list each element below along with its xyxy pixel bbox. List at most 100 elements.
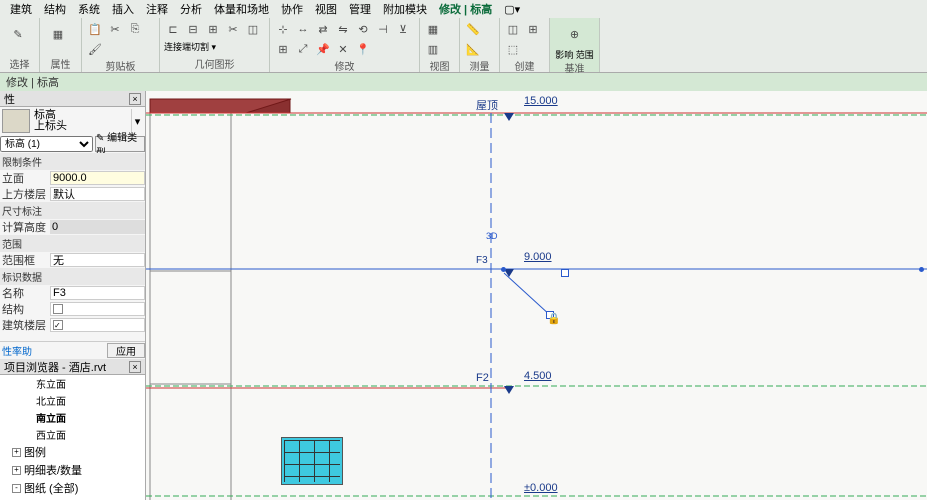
- split-icon[interactable]: ⊻: [394, 20, 412, 38]
- level-marker-icon[interactable]: [504, 386, 514, 394]
- pin-icon[interactable]: 📌: [314, 40, 332, 58]
- level-name-f3[interactable]: F3: [476, 255, 488, 266]
- drawing-canvas[interactable]: 屋顶 15.000 F3 9.000 🔒 3D F2 4.500 ±0.000: [146, 91, 927, 500]
- collapse-icon[interactable]: -: [12, 484, 21, 493]
- drag-handle[interactable]: [919, 267, 924, 272]
- assembly-icon[interactable]: ⬚: [504, 40, 522, 58]
- tree-item[interactable]: -图纸 (全部): [0, 479, 145, 497]
- level-value-roof[interactable]: 15.000: [524, 95, 558, 107]
- level-bubble-toggle[interactable]: [561, 269, 569, 277]
- level-marker-icon[interactable]: [504, 113, 514, 121]
- cut-geom-icon[interactable]: ⊟: [184, 20, 202, 38]
- offset-icon[interactable]: ⇄: [314, 20, 332, 38]
- drag-handle[interactable]: [501, 267, 506, 272]
- structural-check[interactable]: [50, 302, 145, 316]
- level-name-f2[interactable]: F2: [476, 372, 489, 384]
- level-value-f2[interactable]: 4.500: [524, 370, 552, 382]
- mirror-icon[interactable]: ⇋: [334, 20, 352, 38]
- properties-help-link[interactable]: 性率助: [0, 343, 107, 358]
- lock-icon[interactable]: 🔒: [546, 311, 554, 319]
- trim-icon[interactable]: ⊣: [374, 20, 392, 38]
- tree-item[interactable]: +图例: [0, 443, 145, 461]
- close-icon[interactable]: ×: [129, 93, 141, 105]
- level-value-0[interactable]: ±0.000: [524, 482, 558, 494]
- menu-overflow[interactable]: ▢▾: [498, 3, 526, 16]
- prop-label: 立面: [0, 170, 50, 186]
- menu-item[interactable]: 体量和场地: [208, 1, 275, 17]
- ribbon-group-create: ◫⊞⬚ 创建: [500, 18, 550, 72]
- menu-item[interactable]: 插入: [106, 1, 140, 17]
- 3d-extent-toggle[interactable]: 3D: [486, 231, 498, 241]
- ribbon-group-view: ▦ ▥ 视图: [420, 18, 460, 72]
- join-icon[interactable]: ⊞: [204, 20, 222, 38]
- split-icon[interactable]: ✂: [224, 20, 242, 38]
- menu-item[interactable]: 注释: [140, 1, 174, 17]
- expand-icon[interactable]: +: [12, 448, 21, 457]
- properties-panel-title: 性 ×: [0, 91, 145, 107]
- tree-item[interactable]: 西立面: [0, 426, 145, 443]
- prop-label: 计算高度: [0, 219, 50, 235]
- scope-box-icon[interactable]: ⊕: [561, 20, 589, 48]
- delete-icon[interactable]: ✕: [334, 40, 352, 58]
- tree-item-active[interactable]: 南立面: [0, 409, 145, 426]
- scope-box-input[interactable]: 无: [50, 253, 145, 267]
- properties-icon[interactable]: ▦: [44, 20, 72, 48]
- rotate-icon[interactable]: ⟲: [354, 20, 372, 38]
- edit-type-button[interactable]: ✎ 编辑类型: [95, 136, 145, 152]
- scale-icon[interactable]: ⤢: [294, 40, 312, 58]
- create-icon[interactable]: ◫: [504, 20, 522, 38]
- elevation-input[interactable]: 9000.0: [50, 171, 145, 185]
- level-value-f3[interactable]: 9.000: [524, 251, 552, 263]
- ribbon-label: 几何图形: [164, 56, 265, 72]
- menu-item[interactable]: 结构: [38, 1, 72, 17]
- building-story-check[interactable]: [50, 318, 145, 332]
- menu-item[interactable]: 视图: [309, 1, 343, 17]
- cope-icon[interactable]: ⊏: [164, 20, 182, 38]
- group-icon[interactable]: ⊞: [524, 20, 542, 38]
- dimension-icon[interactable]: 📐: [464, 40, 482, 58]
- move-icon[interactable]: ↔: [294, 20, 312, 38]
- match-icon[interactable]: 🖌: [86, 40, 104, 58]
- menu-item[interactable]: 附加模块: [377, 1, 433, 17]
- paste-icon[interactable]: 📋: [86, 20, 104, 38]
- upper-story-input[interactable]: 默认: [50, 187, 145, 201]
- apply-button[interactable]: 应用: [107, 343, 145, 358]
- ribbon-group-measure: 📏 📐 测量: [460, 18, 500, 72]
- tree-item[interactable]: +明细表/数量: [0, 461, 145, 479]
- tree-item[interactable]: 北立面: [0, 392, 145, 409]
- options-bar: 修改 | 标高: [0, 73, 927, 91]
- expand-icon[interactable]: +: [12, 466, 21, 475]
- ribbon-label: 视图: [424, 58, 455, 74]
- hide-icon[interactable]: ▥: [424, 40, 442, 58]
- copy-icon[interactable]: ⎘: [126, 20, 144, 38]
- menu-item[interactable]: 分析: [174, 1, 208, 17]
- ribbon-label: 测量: [464, 58, 495, 74]
- options-bar-text: 修改 | 标高: [6, 74, 59, 90]
- name-input[interactable]: F3: [50, 286, 145, 300]
- menu-item[interactable]: 建筑: [4, 1, 38, 17]
- modify-icon[interactable]: ✎: [4, 20, 32, 48]
- wall-icon[interactable]: ◫: [244, 20, 262, 38]
- level-name-roof[interactable]: 屋顶: [476, 97, 498, 113]
- unpin-icon[interactable]: 📍: [354, 40, 372, 58]
- menu-item[interactable]: 系统: [72, 1, 106, 17]
- panel-title-text: 项目浏览器 - 酒店.rvt: [4, 359, 106, 375]
- scope-label: 影响 范围: [555, 50, 594, 60]
- filter-select[interactable]: 标高 (1): [0, 136, 93, 152]
- menu-item-active[interactable]: 修改 | 标高: [433, 1, 498, 17]
- align-icon[interactable]: ⊹: [274, 20, 292, 38]
- close-icon[interactable]: ×: [129, 361, 141, 373]
- cut-icon[interactable]: ✂: [106, 20, 124, 38]
- menu-item[interactable]: 管理: [343, 1, 377, 17]
- menu-item[interactable]: 协作: [275, 1, 309, 17]
- calc-height: 0: [50, 220, 145, 234]
- join-end-label[interactable]: 连接端切割 ▾: [164, 40, 216, 53]
- array-icon[interactable]: ⊞: [274, 40, 292, 58]
- project-browser[interactable]: 东立面 北立面 南立面 西立面 +图例 +明细表/数量 -图纸 (全部) 001…: [0, 375, 145, 500]
- tree-item[interactable]: 东立面: [0, 375, 145, 392]
- measure-icon[interactable]: 📏: [464, 20, 482, 38]
- prop-section: 标识数据: [0, 268, 145, 285]
- prop-label: 上方楼层: [0, 186, 50, 202]
- view-icon[interactable]: ▦: [424, 20, 442, 38]
- left-panels: 性 × 标高 上标头 ▾ 标高 (1) ✎ 编辑类型 限制条件 立面9000.0…: [0, 91, 146, 500]
